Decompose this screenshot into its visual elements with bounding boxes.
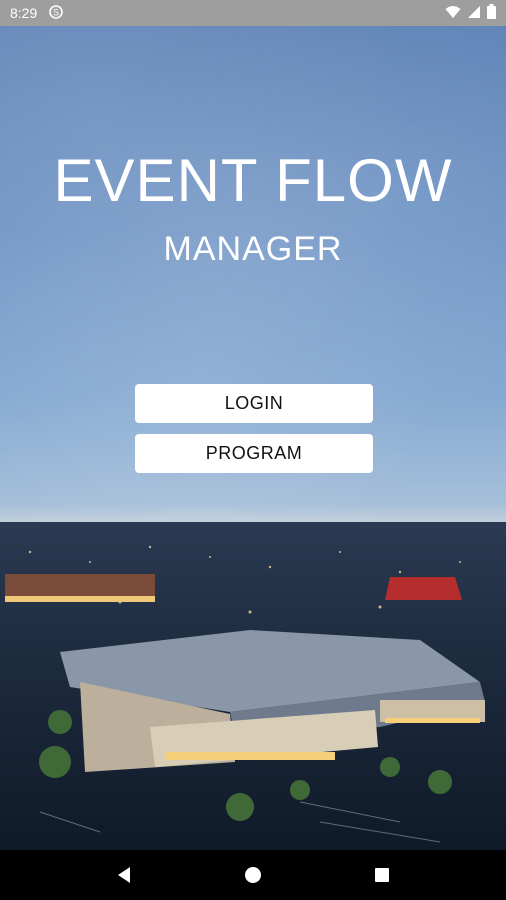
navigation-bar (0, 850, 506, 900)
home-icon[interactable] (233, 855, 273, 895)
status-time: 8:29 (10, 5, 38, 21)
battery-icon (487, 4, 496, 22)
city-aerial-image (0, 522, 506, 850)
wifi-icon (445, 5, 461, 22)
back-icon[interactable] (104, 855, 144, 895)
recents-icon[interactable] (362, 855, 402, 895)
app-title: EVENT FLOW (53, 147, 453, 214)
program-button[interactable]: PROGRAM (135, 434, 373, 473)
status-bar: 8:29 S (0, 0, 506, 26)
signal-icon (467, 5, 481, 22)
sim-card-icon: S (49, 4, 64, 22)
login-button[interactable]: LOGIN (135, 384, 373, 423)
app-subtitle: MANAGER (163, 230, 343, 268)
svg-text:S: S (53, 7, 59, 17)
